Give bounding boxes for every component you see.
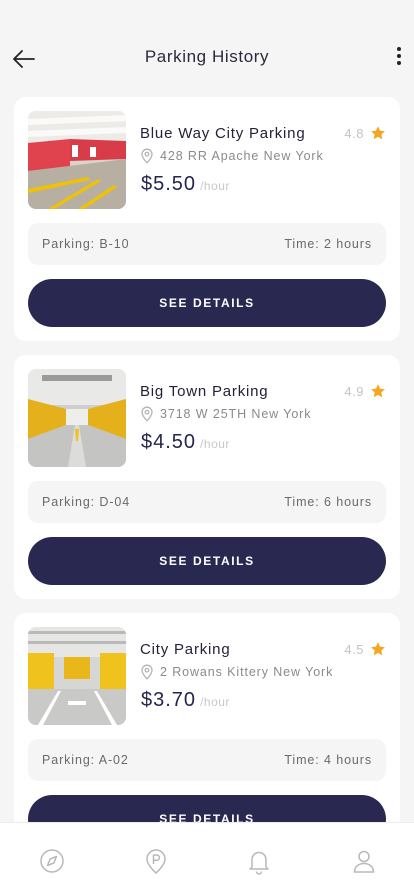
parking-address: 3718 W 25TH New York: [140, 406, 311, 422]
price-value: $5.50: [141, 173, 197, 195]
parking-photo: [28, 369, 126, 467]
rating-value: 4.8: [344, 125, 364, 141]
parking-card[interactable]: Blue Way City Parking 4.8 428 RR Apache …: [14, 97, 400, 341]
parking-info-bar: Parking: A-02 Time: 4 hours: [28, 739, 386, 781]
user-icon: [353, 850, 375, 873]
parking-address: 428 RR Apache New York: [140, 148, 324, 164]
location-pin-icon: [141, 664, 153, 680]
location-pin-icon: [141, 406, 153, 422]
price-value: $4.50: [141, 431, 197, 453]
parking-icon: [146, 849, 166, 874]
parking-time-label: Time: 2 hours: [284, 237, 372, 251]
price-unit: /hour: [200, 437, 230, 451]
parking-time-label: Time: 6 hours: [284, 495, 372, 509]
price-unit: /hour: [200, 179, 230, 193]
address-text: 3718 W 25TH New York: [160, 407, 312, 421]
parking-photo: [28, 627, 126, 725]
see-details-button[interactable]: SEE DETAILS: [28, 279, 386, 327]
bottom-navigation: [0, 822, 414, 896]
parking-card[interactable]: City Parking 4.5 2 Rowans Kittery New Yo…: [14, 613, 400, 857]
menu-dot: [397, 47, 401, 51]
parking-info-bar: Parking: D-04 Time: 6 hours: [28, 481, 386, 523]
star-icon: [371, 384, 385, 398]
compass-icon: [40, 849, 64, 873]
parking-price: $5.50 /hour: [141, 173, 230, 196]
nav-profile[interactable]: [350, 847, 378, 875]
address-text: 428 RR Apache New York: [160, 149, 324, 163]
page-title: Parking History: [144, 47, 270, 66]
nav-notifications[interactable]: [245, 847, 273, 875]
see-details-button[interactable]: SEE DETAILS: [28, 537, 386, 585]
star-icon: [371, 126, 385, 140]
parking-name: Blue Way City Parking: [140, 125, 306, 142]
nav-explore[interactable]: [38, 847, 66, 875]
parking-card[interactable]: Big Town Parking 4.9 3718 W 25TH New Yor…: [14, 355, 400, 599]
parking-spot-label: Parking: B-10: [42, 237, 130, 251]
parking-rating: 4.5: [344, 641, 386, 657]
star-icon: [371, 642, 385, 656]
menu-dot: [397, 61, 401, 65]
parking-price: $4.50 /hour: [141, 431, 230, 454]
parking-spot-label: Parking: D-04: [42, 495, 131, 509]
price-unit: /hour: [200, 695, 230, 709]
parking-info-bar: Parking: B-10 Time: 2 hours: [28, 223, 386, 265]
parking-spot-label: Parking: A-02: [42, 753, 129, 767]
price-value: $3.70: [141, 689, 197, 711]
parking-rating: 4.8: [344, 125, 386, 141]
bell-icon: [249, 851, 269, 875]
parking-name: Big Town Parking: [140, 383, 269, 400]
parking-address: 2 Rowans Kittery New York: [140, 664, 333, 680]
parking-photo: [28, 111, 126, 209]
address-text: 2 Rowans Kittery New York: [160, 665, 334, 679]
more-vertical-icon[interactable]: [392, 44, 406, 72]
parking-name: City Parking: [140, 641, 231, 658]
rating-value: 4.9: [344, 383, 364, 399]
rating-value: 4.5: [344, 641, 364, 657]
menu-dot: [397, 54, 401, 58]
parking-rating: 4.9: [344, 383, 386, 399]
parking-price: $3.70 /hour: [141, 689, 230, 712]
location-pin-icon: [141, 148, 153, 164]
nav-parking[interactable]: [142, 847, 170, 875]
parking-time-label: Time: 4 hours: [284, 753, 372, 767]
app-header: Parking History: [0, 0, 414, 96]
